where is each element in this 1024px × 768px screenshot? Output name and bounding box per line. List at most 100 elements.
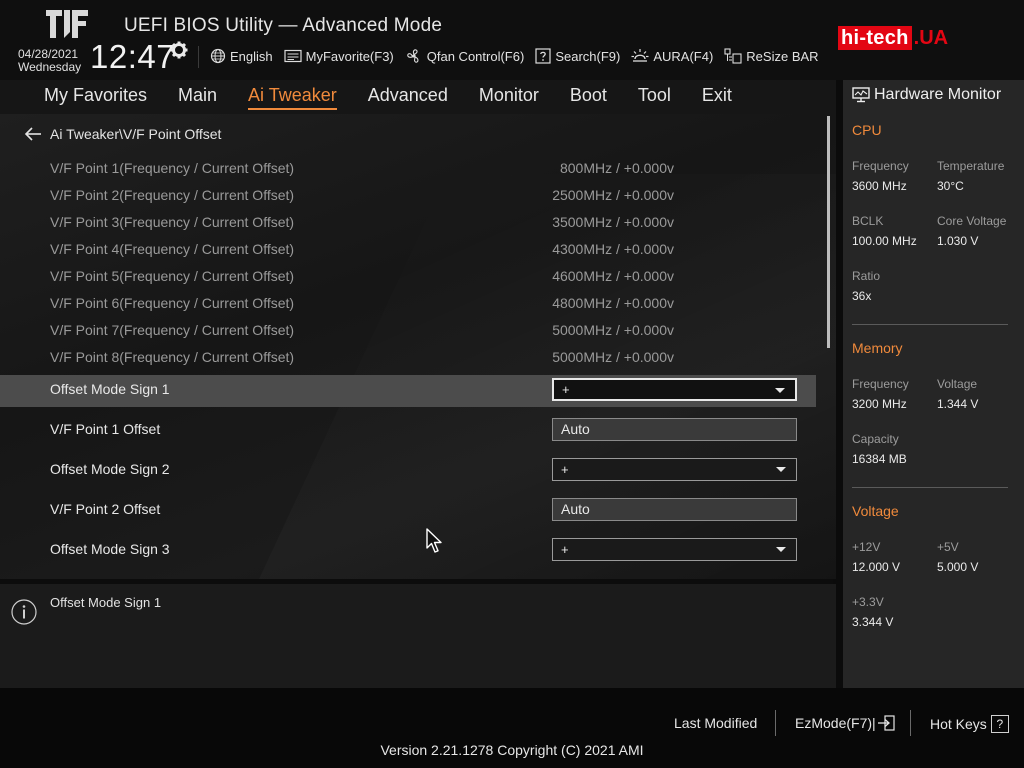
footer-divider [775, 710, 776, 736]
offset-sign-2-select[interactable]: + [552, 458, 797, 481]
header-divider [198, 46, 199, 68]
select-value: + [561, 542, 569, 557]
chevron-down-icon [776, 547, 786, 552]
memory-voltage-label: Voltage [937, 377, 978, 391]
language-button[interactable]: English [210, 48, 273, 64]
vf-point-row[interactable]: V/F Point 8(Frequency / Current Offset) … [0, 345, 816, 372]
ezmode-button[interactable]: EzMode(F7)| [795, 715, 895, 731]
bottom-bar: Last Modified EzMode(F7)| Hot Keys ? Ver… [0, 688, 1024, 768]
bclk-value: 100.00 MHz [852, 234, 917, 248]
gear-icon[interactable] [170, 41, 188, 59]
vf-point-label: V/F Point 4(Frequency / Current Offset) [50, 241, 295, 257]
vf-point-row[interactable]: V/F Point 5(Frequency / Current Offset) … [0, 264, 816, 291]
qfan-control-button[interactable]: Qfan Control(F6) [405, 48, 525, 64]
chevron-down-icon [775, 388, 785, 393]
option-row-offset-sign-1[interactable]: Offset Mode Sign 1 + [0, 375, 816, 407]
v5-label: +5V [937, 540, 959, 554]
option-label: Offset Mode Sign 2 [50, 461, 170, 477]
vf-point-value: 2500MHz / +0.000v [552, 187, 674, 203]
memory-voltage-value: 1.344 V [937, 397, 979, 411]
ratio-value: 36x [852, 289, 872, 303]
resize-bar-button[interactable]: ReSize BAR [724, 48, 819, 64]
tuf-logo-icon [46, 10, 88, 38]
hot-keys-button[interactable]: Hot Keys ? [930, 715, 1009, 733]
favorite-icon [284, 49, 302, 63]
aura-button[interactable]: AURA(F4) [631, 48, 713, 64]
vf-point-row[interactable]: V/F Point 7(Frequency / Current Offset) … [0, 318, 816, 345]
toolbar: English MyFavorite(F3) Qfan Control(F6) [210, 45, 830, 67]
myfavorite-button[interactable]: MyFavorite(F3) [284, 49, 394, 64]
voltage-section-title: Voltage [852, 503, 899, 519]
option-row-vf-point-1-offset[interactable]: V/F Point 1 Offset Auto [0, 415, 816, 455]
back-arrow-icon[interactable] [24, 127, 42, 141]
vf-point-label: V/F Point 1(Frequency / Current Offset) [50, 160, 295, 176]
weekday-text: Wednesday [18, 60, 82, 74]
main-menu-bar: My Favorites Main Ai Tweaker Advanced Mo… [0, 80, 836, 114]
select-value: + [562, 382, 570, 397]
option-row-offset-sign-3[interactable]: Offset Mode Sign 3 + [0, 535, 816, 575]
vf-point-row[interactable]: V/F Point 2(Frequency / Current Offset) … [0, 183, 816, 210]
input-value: Auto [561, 421, 590, 437]
hardware-monitor-panel: Hardware Monitor CPU Frequency Temperatu… [843, 80, 1024, 688]
option-row-vf-point-2-offset[interactable]: V/F Point 2 Offset Auto [0, 495, 816, 535]
tab-exit[interactable]: Exit [702, 85, 732, 110]
breadcrumb: Ai Tweaker\V/F Point Offset [24, 126, 221, 142]
date-display: 04/28/2021 Wednesday [18, 48, 81, 74]
search-help-icon [535, 48, 551, 64]
v33-value: 3.344 V [852, 615, 894, 629]
fan-icon [406, 49, 419, 63]
vf-point-2-offset-input[interactable]: Auto [552, 498, 797, 521]
watermark-main: hi-tech [838, 26, 912, 50]
app-title: UEFI BIOS Utility — Advanced Mode [124, 15, 443, 36]
hardware-monitor-title: Hardware Monitor [874, 86, 1002, 103]
tab-ai-tweaker[interactable]: Ai Tweaker [248, 85, 337, 110]
vf-point-1-offset-input[interactable]: Auto [552, 418, 797, 441]
vf-point-label: V/F Point 7(Frequency / Current Offset) [50, 322, 295, 338]
settings-scrollbar[interactable] [827, 116, 830, 348]
cpu-frequency-label: Frequency [852, 159, 909, 173]
last-modified-button[interactable]: Last Modified [674, 715, 757, 731]
tab-boot[interactable]: Boot [570, 85, 607, 110]
tab-monitor[interactable]: Monitor [479, 85, 539, 110]
qfan-label: Qfan Control(F6) [426, 48, 525, 64]
vf-point-row[interactable]: V/F Point 3(Frequency / Current Offset) … [0, 210, 816, 237]
aura-light-icon [631, 49, 649, 62]
search-button[interactable]: Search(F9) [535, 48, 620, 64]
offset-sign-3-select[interactable]: + [552, 538, 797, 561]
offset-sign-1-select[interactable]: + [552, 378, 797, 401]
vf-point-row[interactable]: V/F Point 4(Frequency / Current Offset) … [0, 237, 816, 264]
top-bar: UEFI BIOS Utility — Advanced Mode 04/28/… [0, 0, 1024, 80]
vf-point-label: V/F Point 8(Frequency / Current Offset) [50, 349, 295, 365]
vf-point-row[interactable]: V/F Point 6(Frequency / Current Offset) … [0, 291, 816, 318]
vf-point-value: 4600MHz / +0.000v [552, 268, 674, 284]
help-key-icon: ? [990, 715, 1009, 733]
cpu-frequency-value: 3600 MHz [852, 179, 907, 193]
watermark-logo: hi-tech .UA [838, 26, 948, 50]
settings-panel: Ai Tweaker\V/F Point Offset V/F Point 1(… [0, 114, 836, 579]
main-menu: My Favorites Main Ai Tweaker Advanced Mo… [44, 85, 763, 110]
vf-point-list: V/F Point 1(Frequency / Current Offset) … [0, 156, 816, 372]
tab-tool[interactable]: Tool [638, 85, 671, 110]
footer-divider [910, 710, 911, 736]
tab-my-favorites[interactable]: My Favorites [44, 85, 147, 110]
select-value: + [561, 462, 569, 477]
vf-point-value: 3500MHz / +0.000v [552, 214, 674, 230]
ezmode-label: EzMode(F7)| [795, 715, 876, 731]
exit-to-ezmode-icon [877, 715, 895, 731]
globe-icon [210, 48, 226, 64]
core-voltage-value: 1.030 V [937, 234, 979, 248]
memory-frequency-label: Frequency [852, 377, 909, 391]
help-panel: Offset Mode Sign 1 [0, 584, 836, 688]
vf-point-row[interactable]: V/F Point 1(Frequency / Current Offset) … [0, 156, 816, 183]
v12-value: 12.000 V [852, 560, 901, 574]
hot-keys-label: Hot Keys [930, 716, 987, 732]
option-row-offset-sign-2[interactable]: Offset Mode Sign 2 + [0, 455, 816, 495]
tab-advanced[interactable]: Advanced [368, 85, 448, 110]
tab-main[interactable]: Main [178, 85, 217, 110]
version-info: Version 2.21.1278 Copyright (C) 2021 AMI [380, 742, 644, 758]
resize-bar-icon [724, 48, 742, 64]
core-voltage-label: Core Voltage [937, 214, 1007, 228]
memory-frequency-value: 3200 MHz [852, 397, 907, 411]
resize-bar-label: ReSize BAR [746, 48, 819, 64]
v33-label: +3.3V [852, 595, 884, 609]
